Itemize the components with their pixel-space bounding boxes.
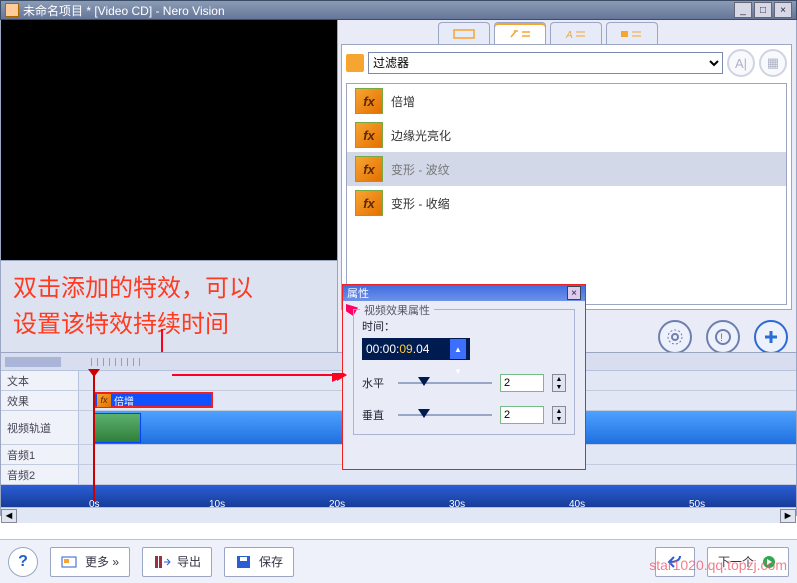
- filter-item-label: 变形 - 收缩: [391, 195, 450, 212]
- track-header-audio2[interactable]: 音频2: [1, 465, 79, 484]
- filter-thumb-icon: fx: [355, 190, 383, 216]
- command-bar: ? 更多 » 导出 保存 下一个: [0, 539, 797, 583]
- effect-clip[interactable]: fx 倍增: [93, 392, 213, 408]
- scroll-right-icon[interactable]: ►: [780, 509, 796, 523]
- tick: 20s: [329, 499, 345, 510]
- window-title: 未命名项目 * [Video CD] - Nero Vision: [23, 2, 225, 19]
- zoom-ticks: [91, 358, 141, 366]
- track-header-video[interactable]: 视频轨道: [1, 411, 79, 444]
- properties-title: 属性: [347, 285, 369, 301]
- svg-text:A: A: [565, 30, 573, 40]
- horiz-label: 水平: [362, 375, 390, 391]
- tick: 50s: [689, 499, 705, 510]
- panel-action-add[interactable]: [754, 320, 788, 354]
- zoom-bar[interactable]: [5, 357, 61, 367]
- tick: 10s: [209, 499, 225, 510]
- time-ruler[interactable]: 0s 10s 20s 30s 40s 50s: [1, 485, 796, 507]
- tab-transitions[interactable]: [606, 22, 658, 44]
- time-spinner[interactable]: ▲▼: [450, 339, 466, 359]
- tab-text[interactable]: A: [550, 22, 602, 44]
- svg-text:!: !: [720, 332, 723, 344]
- spin-up-icon[interactable]: ▲: [450, 339, 466, 361]
- save-icon: [235, 554, 253, 570]
- more-label: 更多 »: [85, 553, 119, 570]
- minimize-button[interactable]: _: [734, 2, 752, 18]
- properties-panel[interactable]: 属性 × 视频效果属性 时间： 00:00:09.04 ▲▼ 水平 ▲▼ 垂直 …: [342, 284, 586, 470]
- export-button[interactable]: 导出: [142, 547, 212, 577]
- next-label: 下一个: [718, 553, 754, 570]
- tab-media[interactable]: [438, 22, 490, 44]
- filter-thumb-icon: fx: [355, 88, 383, 114]
- filter-category-icon: [346, 54, 364, 72]
- vert-value[interactable]: [500, 406, 544, 424]
- time-suffix: .04: [413, 338, 430, 360]
- panel-button-grid[interactable]: ▦: [759, 49, 787, 77]
- vert-slider[interactable]: [398, 412, 492, 418]
- track-header-text[interactable]: 文本: [1, 371, 79, 390]
- playhead[interactable]: [93, 371, 95, 501]
- save-label: 保存: [259, 553, 283, 570]
- filter-item[interactable]: fx 倍增: [347, 84, 786, 118]
- next-button[interactable]: 下一个: [707, 547, 789, 577]
- more-button[interactable]: 更多 »: [50, 547, 130, 577]
- time-label: 时间：: [362, 318, 566, 334]
- effect-clip-label: 倍增: [114, 393, 134, 408]
- filter-list[interactable]: fx 倍增 fx 边缘光亮化 fx 变形 - 波纹 fx 变形 - 收缩: [346, 83, 787, 305]
- timeline-hscroll[interactable]: ◄ ►: [1, 507, 796, 523]
- vert-label: 垂直: [362, 407, 390, 423]
- scroll-left-icon[interactable]: ◄: [1, 509, 17, 523]
- filter-item[interactable]: fx 边缘光亮化: [347, 118, 786, 152]
- callout-line-2: 设置该特效持续时间: [13, 307, 325, 343]
- panel-tabs: A: [438, 22, 658, 44]
- export-label: 导出: [177, 553, 201, 570]
- horiz-value[interactable]: [500, 374, 544, 392]
- help-button[interactable]: ?: [8, 547, 38, 577]
- tick: 40s: [569, 499, 585, 510]
- maximize-button[interactable]: □: [754, 2, 772, 18]
- filter-panel: 过滤器 A| ▦ fx 倍增 fx 边缘光亮化 fx 变形 - 波纹: [341, 44, 792, 310]
- filter-item-selected[interactable]: fx 变形 - 波纹: [347, 152, 786, 186]
- filter-item-label: 变形 - 波纹: [391, 161, 450, 178]
- filter-thumb-icon: fx: [355, 156, 383, 182]
- filter-item[interactable]: fx 变形 - 收缩: [347, 186, 786, 220]
- time-seconds: 09: [399, 338, 412, 360]
- time-prefix: 00:00:: [366, 338, 399, 360]
- back-icon: [666, 554, 684, 570]
- effect-clip-icon: fx: [97, 394, 111, 407]
- vert-spinner[interactable]: ▲▼: [552, 406, 566, 424]
- close-button[interactable]: ×: [774, 2, 792, 18]
- time-input[interactable]: 00:00:09.04 ▲▼: [362, 338, 470, 360]
- save-button[interactable]: 保存: [224, 547, 294, 577]
- panel-action-1[interactable]: [658, 320, 692, 354]
- properties-group-title: 视频效果属性: [360, 302, 434, 318]
- filter-item-label: 倍增: [391, 93, 415, 110]
- titlebar: 未命名项目 * [Video CD] - Nero Vision _ □ ×: [0, 0, 797, 20]
- properties-close-button[interactable]: ×: [567, 286, 581, 300]
- app-icon: [5, 3, 19, 17]
- filter-thumb-icon: fx: [355, 122, 383, 148]
- export-icon: [153, 554, 171, 570]
- more-icon: [61, 554, 79, 570]
- filter-item-label: 边缘光亮化: [391, 127, 451, 144]
- properties-group: 视频效果属性 时间： 00:00:09.04 ▲▼ 水平 ▲▼ 垂直 ▲▼: [353, 309, 575, 435]
- track-header-audio1[interactable]: 音频1: [1, 445, 79, 464]
- track-header-effects[interactable]: 效果: [1, 391, 79, 410]
- panel-button-a[interactable]: A|: [727, 49, 755, 77]
- tab-effects[interactable]: [494, 22, 546, 44]
- horiz-slider[interactable]: [398, 380, 492, 386]
- video-clip-thumb[interactable]: [93, 413, 141, 443]
- next-icon: [760, 554, 778, 570]
- properties-caption[interactable]: 属性 ×: [343, 285, 585, 301]
- panel-action-info[interactable]: !: [706, 320, 740, 354]
- horiz-spinner[interactable]: ▲▼: [552, 374, 566, 392]
- back-button[interactable]: [655, 547, 695, 577]
- instruction-callout: 双击添加的特效，可以 设置该特效持续时间: [1, 261, 337, 354]
- filter-category-select[interactable]: 过滤器: [368, 52, 723, 74]
- callout-line-1: 双击添加的特效，可以: [13, 271, 325, 307]
- tick: 30s: [449, 499, 465, 510]
- video-preview[interactable]: [1, 20, 337, 261]
